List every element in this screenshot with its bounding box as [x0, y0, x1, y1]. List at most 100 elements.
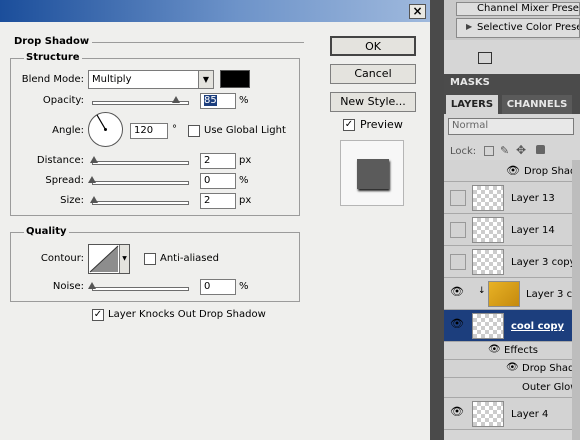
size-input[interactable]: 2 [200, 193, 236, 209]
contour-label: Contour: [40, 253, 84, 264]
ok-button[interactable]: OK [330, 36, 416, 56]
effects-row[interactable]: 👁 Effects [444, 342, 580, 360]
close-button[interactable]: × [409, 4, 426, 19]
size-label: Size: [60, 195, 84, 206]
opacity-slider-thumb[interactable] [172, 96, 180, 103]
effect-row[interactable]: 👁 Drop Shado [444, 360, 580, 378]
cancel-button[interactable]: Cancel [330, 64, 416, 84]
lock-label: Lock: [450, 146, 477, 157]
title-bar [0, 0, 430, 22]
spread-input[interactable]: 0 [200, 173, 236, 189]
effect-row[interactable]: Outer Glow [444, 378, 580, 398]
lock-transparency-icon[interactable] [484, 146, 494, 156]
distance-slider-thumb[interactable] [90, 156, 98, 163]
size-unit: px [239, 195, 252, 206]
section-divider [92, 42, 304, 43]
angle-unit: ° [172, 124, 177, 135]
noise-slider-thumb[interactable] [88, 282, 96, 289]
preview-thumbnail [340, 140, 404, 206]
effects-label: Effects [504, 345, 538, 356]
layer-thumbnail [488, 281, 520, 307]
eye-icon[interactable]: 👁 [488, 344, 501, 355]
opacity-input[interactable]: 85 [200, 93, 236, 109]
layer-thumbnail [472, 401, 504, 427]
noise-input[interactable]: 0 [200, 279, 236, 295]
layer-thumbnail [472, 313, 504, 339]
spread-unit: % [239, 175, 249, 186]
layer-name: Layer 14 [511, 225, 555, 236]
noise-label: Noise: [52, 281, 84, 292]
layer-row[interactable]: Layer 13 [444, 182, 580, 214]
opacity-label: Opacity: [42, 95, 84, 106]
chevron-down-icon[interactable]: ▼ [198, 71, 213, 88]
return-icon[interactable] [478, 52, 492, 64]
layers-scrollbar[interactable] [572, 160, 580, 440]
distance-label: Distance: [36, 155, 84, 166]
preview-checkbox[interactable]: ✓ [343, 119, 355, 131]
size-slider-thumb[interactable] [90, 196, 98, 203]
layer-row[interactable]: Layer 14 [444, 214, 580, 246]
new-style-button[interactable]: New Style... [330, 92, 416, 112]
size-slider[interactable] [92, 201, 189, 205]
angle-label: Angle: [52, 125, 84, 136]
contour-chevron-icon[interactable]: ▼ [119, 245, 129, 273]
tab-channels[interactable]: CHANNELS [502, 95, 572, 114]
distance-input[interactable]: 2 [200, 153, 236, 169]
shadow-color-swatch[interactable] [220, 70, 250, 88]
adjustment-item-2[interactable]: Selective Color Presets [456, 18, 580, 38]
move-icon[interactable]: ✥ [516, 143, 526, 157]
anti-aliased-checkbox[interactable] [144, 253, 156, 265]
adjustment-item-1[interactable]: Channel Mixer Presets [456, 2, 580, 16]
layer-row[interactable]: 👁 Drop Shado [444, 160, 580, 182]
layer-name: Layer 3 co [526, 289, 579, 300]
clip-arrow-icon: ↓ [478, 286, 486, 296]
angle-needle-icon [96, 114, 107, 131]
opacity-unit: % [239, 95, 249, 106]
eye-icon[interactable]: 👁 [506, 362, 519, 373]
noise-slider[interactable] [92, 287, 189, 291]
lock-icon[interactable] [536, 145, 545, 154]
blend-mode-select[interactable]: Multiply ▼ [88, 70, 214, 89]
eye-icon[interactable]: 👁 [450, 317, 464, 330]
structure-title: Structure [24, 52, 82, 63]
global-light-label: Use Global Light [204, 125, 286, 136]
section-title: Drop Shadow [14, 36, 90, 47]
visibility-toggle[interactable] [450, 254, 466, 270]
effect-name: Outer Glow [522, 382, 579, 393]
layer-row[interactable]: 👁 Layer 4 [444, 398, 580, 430]
layers-panel: Channel Mixer Presets ▶ Selective Color … [444, 0, 580, 440]
contour-picker[interactable]: ▼ [88, 244, 130, 274]
layer-name: Layer 3 copy [511, 257, 576, 268]
angle-dial[interactable] [88, 112, 123, 147]
angle-input[interactable]: 120 [130, 123, 168, 139]
visibility-toggle[interactable] [450, 190, 466, 206]
eye-icon[interactable]: 👁 [450, 405, 464, 418]
layer-row[interactable]: 👁 ↓ Layer 3 co [444, 278, 580, 310]
spread-slider[interactable] [92, 181, 189, 185]
blend-mode-dropdown[interactable]: Normal [448, 118, 574, 135]
spread-slider-thumb[interactable] [88, 176, 96, 183]
noise-unit: % [239, 281, 249, 292]
layer-row-selected[interactable]: 👁 cool copy [444, 310, 580, 342]
layer-name: Layer 13 [511, 193, 555, 204]
visibility-toggle[interactable] [450, 222, 466, 238]
distance-unit: px [239, 155, 252, 166]
eye-icon[interactable]: 👁 [450, 285, 464, 298]
eye-icon[interactable]: 👁 [506, 164, 520, 177]
brush-icon[interactable]: ✎ [500, 144, 509, 157]
layer-row[interactable]: Layer 3 copy [444, 246, 580, 278]
spread-label: Spread: [45, 175, 84, 186]
layer-thumbnail [472, 217, 504, 243]
disclosure-icon[interactable]: ▶ [466, 22, 472, 31]
layer-name: cool copy [511, 321, 565, 332]
contour-linear-icon [89, 245, 119, 273]
distance-slider[interactable] [92, 161, 189, 165]
layer-thumbnail [472, 185, 504, 211]
knocks-out-checkbox[interactable]: ✓ [92, 309, 104, 321]
layer-name: Layer 4 [511, 409, 549, 420]
blend-mode-label: Blend Mode: [21, 74, 84, 85]
panel-divider [430, 0, 444, 440]
tab-masks[interactable]: MASKS [444, 74, 580, 92]
global-light-checkbox[interactable] [188, 125, 200, 137]
tab-layers[interactable]: LAYERS [446, 95, 498, 114]
